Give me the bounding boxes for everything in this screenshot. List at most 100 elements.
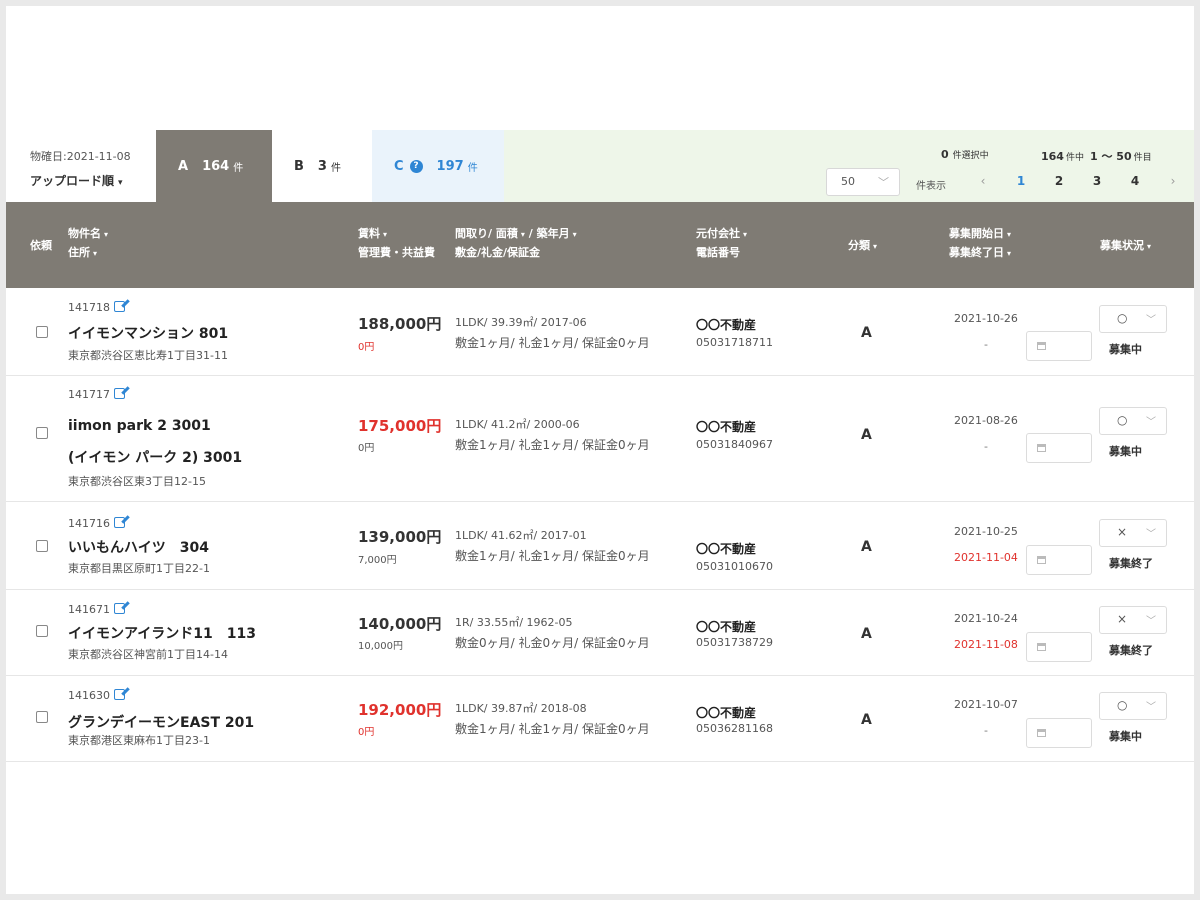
end-date-input[interactable]: [1026, 433, 1092, 463]
prev-page-button[interactable]: ‹: [964, 174, 1002, 188]
status-mark: ○: [1117, 698, 1128, 712]
edit-icon[interactable]: [114, 388, 125, 399]
row-checkbox[interactable]: [36, 540, 48, 552]
listing-end-date: 2021-11-04: [954, 551, 1018, 564]
inspection-date: 物確日:2021-11-08: [30, 150, 131, 163]
caret-down-icon: ▾: [1007, 230, 1012, 239]
col-rent-sort[interactable]: 賃料 ▾: [358, 224, 387, 244]
caret-down-icon: ▾: [743, 230, 748, 239]
per-page-select[interactable]: 50 ﹀: [826, 168, 900, 196]
col-start-label: 募集開始日: [949, 227, 1004, 240]
phone-number: 05031738729: [696, 636, 773, 649]
status-select[interactable]: × ﹀: [1099, 606, 1167, 634]
col-status-sort[interactable]: 募集状況 ▾: [1100, 236, 1151, 256]
caret-down-icon: ▾: [1007, 249, 1012, 258]
property-name[interactable]: iimon park 2 3001: [68, 418, 211, 434]
col-mgmt: 管理費・共益費: [358, 246, 435, 259]
agent-company: 〇〇不動産: [696, 620, 757, 634]
status-label: 募集中: [1109, 343, 1142, 356]
rent: 175,000円: [358, 417, 442, 435]
col-end-sort[interactable]: 募集終了日 ▾: [949, 243, 1011, 263]
caret-down-icon: ▾: [1147, 242, 1152, 251]
page-1-button[interactable]: 1: [1002, 174, 1040, 188]
status-label: 募集中: [1109, 730, 1142, 743]
upload-sort-box[interactable]: 物確日:2021-11-08 アップロード順 ▾: [6, 130, 156, 202]
edit-icon[interactable]: [114, 301, 125, 312]
classification: A: [861, 325, 872, 341]
status-select[interactable]: ○ ﹀: [1099, 407, 1167, 435]
end-date-input[interactable]: [1026, 331, 1092, 361]
total-value: 164: [1041, 150, 1064, 163]
table-row: 141630 グランデイーモンEAST 201 東京都港区東麻布1丁目23-1 …: [6, 676, 1194, 762]
property-name[interactable]: イイモンアイランド11 113: [68, 623, 256, 643]
app-frame: 物確日:2021-11-08 アップロード順 ▾ A 164 件 B 3 件 C …: [6, 6, 1194, 894]
row-checkbox[interactable]: [36, 711, 48, 723]
col-company-sort[interactable]: 元付会社 ▾: [696, 224, 747, 244]
tab-count: 197: [436, 158, 464, 174]
property-name[interactable]: グランデイーモンEAST 201: [68, 712, 254, 732]
caret-down-icon: ▾: [104, 230, 109, 239]
agent-company: 〇〇不動産: [696, 318, 757, 332]
tab-unit: 件: [330, 162, 341, 174]
status-select[interactable]: ○ ﹀: [1099, 305, 1167, 333]
range-unit: 件目: [1133, 153, 1152, 163]
col-rent-label: 賃料: [358, 227, 380, 240]
classification: A: [861, 626, 872, 642]
deposit-key-money: 敷金1ヶ月/ 礼金1ヶ月/ 保証金0ヶ月: [455, 549, 650, 563]
selected-count-unit: 件選択中: [952, 151, 989, 161]
table-row: 141671 イイモンアイランド11 113 東京都渋谷区神宮前1丁目14-14…: [6, 590, 1194, 676]
end-date-input[interactable]: [1026, 545, 1092, 575]
rent: 139,000円: [358, 528, 442, 546]
col-request: 依頼: [30, 239, 52, 252]
property-id: 141717: [68, 387, 125, 401]
tab-class-b[interactable]: B 3 件: [272, 130, 372, 202]
next-page-button[interactable]: ›: [1154, 174, 1192, 188]
col-phone: 電話番号: [696, 246, 740, 259]
status-label: 募集終了: [1109, 557, 1153, 570]
col-class-sort[interactable]: 分類 ▾: [848, 236, 877, 256]
col-start-sort[interactable]: 募集開始日 ▾: [949, 224, 1011, 244]
row-checkbox[interactable]: [36, 427, 48, 439]
phone-number: 05031840967: [696, 438, 773, 451]
col-layout-sort[interactable]: 間取り/ 面積 ▾ / 築年月 ▾: [455, 224, 577, 244]
col-name-label: 物件名: [68, 227, 101, 240]
agent-company: 〇〇不動産: [696, 420, 757, 434]
chevron-down-icon: ﹀: [1146, 702, 1156, 713]
tab-letter: B: [294, 158, 304, 174]
property-name[interactable]: イイモンマンション 801: [68, 323, 228, 343]
status-select[interactable]: × ﹀: [1099, 519, 1167, 547]
chevron-down-icon: ﹀: [1146, 616, 1156, 627]
tab-unit: 件: [467, 162, 478, 174]
sort-dropdown[interactable]: アップロード順 ▾: [30, 172, 156, 189]
agent-company: 〇〇不動産: [696, 706, 757, 720]
page-3-button[interactable]: 3: [1078, 174, 1116, 188]
caret-down-icon: ▾: [572, 230, 577, 239]
calendar-icon: [1037, 342, 1046, 350]
property-name[interactable]: いいもんハイツ 304: [68, 537, 209, 557]
edit-icon[interactable]: [114, 603, 125, 614]
property-address: 東京都渋谷区恵比寿1丁目31-11: [68, 349, 228, 362]
deposit-key-money: 敷金0ヶ月/ 礼金0ヶ月/ 保証金0ヶ月: [455, 636, 650, 650]
row-checkbox[interactable]: [36, 625, 48, 637]
tab-class-c[interactable]: C ? 197 件: [372, 130, 504, 202]
page-4-button[interactable]: 4: [1116, 174, 1154, 188]
page-2-button[interactable]: 2: [1040, 174, 1078, 188]
listing-start-date: 2021-10-07: [954, 698, 1018, 711]
deposit-key-money: 敷金1ヶ月/ 礼金1ヶ月/ 保証金0ヶ月: [455, 438, 650, 452]
help-icon[interactable]: ?: [409, 159, 423, 173]
layout-area-built: 1LDK/ 41.62㎡/ 2017-01: [455, 529, 587, 542]
col-address-sort[interactable]: 住所 ▾: [68, 243, 97, 263]
edit-icon[interactable]: [114, 689, 125, 700]
status-select[interactable]: ○ ﹀: [1099, 692, 1167, 720]
end-date-input[interactable]: [1026, 718, 1092, 748]
tab-class-a[interactable]: A 164 件: [156, 130, 272, 202]
row-checkbox[interactable]: [36, 326, 48, 338]
caret-down-icon: ▾: [93, 249, 98, 258]
col-name-sort[interactable]: 物件名 ▾: [68, 224, 108, 244]
classification: A: [861, 539, 872, 555]
end-date-input[interactable]: [1026, 632, 1092, 662]
phone-number: 05031010670: [696, 560, 773, 573]
caret-down-icon: ▾: [383, 230, 388, 239]
management-fee: 7,000円: [358, 555, 397, 566]
edit-icon[interactable]: [114, 517, 125, 528]
